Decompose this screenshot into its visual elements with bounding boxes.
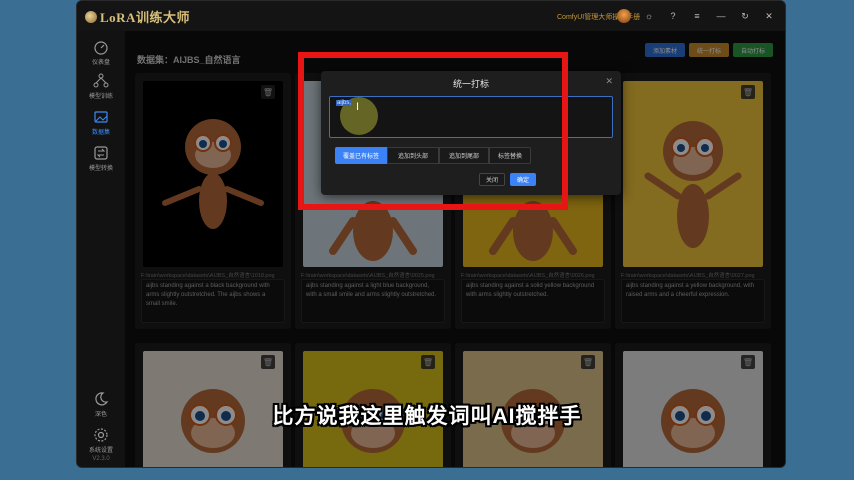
app-logo: LoRA训练大师	[85, 7, 190, 26]
convert-icon	[94, 146, 108, 160]
minimize-icon[interactable]: —	[715, 11, 727, 21]
sidebar-item-label: 数据集	[91, 130, 110, 136]
refresh-icon[interactable]: ↻	[739, 11, 751, 22]
menu-icon[interactable]: ≡	[691, 11, 703, 21]
video-subtitle: 比方说我这里触发词叫AI搅拌手	[272, 405, 582, 428]
sidebar-item-settings[interactable]: 系统设置 V2.3.0	[77, 427, 125, 462]
mascot-icon[interactable]	[617, 9, 631, 23]
sidebar-item-label: 仪表盘	[91, 60, 110, 66]
theme-toggle-icon[interactable]: ☼	[643, 11, 655, 21]
sidebar-item-label: 模型转换	[88, 166, 113, 172]
sidebar-item-label: 系统设置	[88, 448, 113, 454]
dashboard-icon	[94, 41, 108, 55]
title-bar: LoRA训练大师 ComfyUI管理大师操作手册 ☼ ? ≡ — ↻ ✕	[77, 1, 785, 31]
logo-mark-icon	[85, 10, 97, 23]
help-icon[interactable]: ?	[667, 11, 679, 21]
sidebar-item-convert[interactable]: 模型转换	[77, 145, 125, 172]
sidebar-item-dataset[interactable]: 数据集	[77, 109, 125, 136]
app-logo-text: LoRA训练大师	[100, 10, 190, 25]
version-label: V2.3.0	[92, 456, 110, 462]
sidebar-item-label: 模型训练	[88, 94, 113, 100]
network-icon	[93, 73, 109, 88]
image-icon	[94, 111, 108, 123]
close-window-icon[interactable]: ✕	[763, 11, 775, 22]
title-actions: ☼ ? ≡ — ↻ ✕	[617, 9, 775, 23]
red-highlight-box	[298, 52, 568, 210]
close-icon[interactable]: ✕	[605, 76, 613, 87]
sidebar-item-dashboard[interactable]: 仪表盘	[77, 39, 125, 66]
sidebar-item-training[interactable]: 模型训练	[77, 73, 125, 100]
